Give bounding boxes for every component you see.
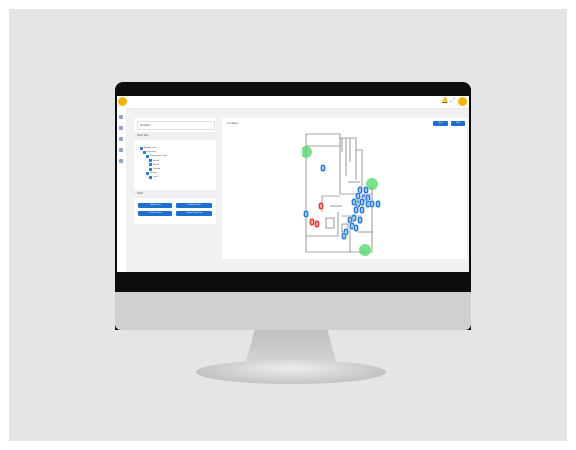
marker-glyph [349,218,351,222]
update-device-button[interactable]: + Update Device [176,203,212,208]
floor-plan-map[interactable] [302,132,386,257]
online-marker[interactable] [302,146,312,158]
edit-button[interactable]: Edit [451,121,465,126]
online-marker[interactable] [359,244,371,256]
left-panel: Shopfloor Floor Tree Building main Floor… [134,118,216,224]
area-icon [149,167,152,171]
tools-header[interactable]: Tools [134,190,216,198]
screen: 🔔 ⤢ Shopfloor Floor Tree Building main F… [117,96,469,272]
monitor-base [196,360,386,384]
marker-glyph [367,202,369,206]
monitor-chin [115,292,471,330]
marker-glyph [365,188,367,192]
marker-glyph [355,208,357,212]
device-markers [302,146,381,256]
folder-icon [146,154,149,158]
marker-glyph [371,202,373,206]
export-floor-plan-button[interactable]: ↓ Export Floor Plan [176,211,212,216]
marker-glyph [357,194,359,198]
floor-tree: Building main Floor plan Warehouse & Yar… [140,146,212,180]
marker-glyph [377,202,379,206]
top-bar: 🔔 ⤢ [117,96,469,109]
floor-tree-header[interactable]: Floor Tree [134,132,216,140]
avatar[interactable] [458,97,467,106]
marker-glyph [367,196,369,200]
marker-glyph [322,166,324,170]
marker-glyph [359,188,361,192]
marker-glyph [355,226,357,230]
marker-glyph [311,220,313,224]
marker-glyph [361,200,363,204]
marker-glyph [343,234,345,238]
alert-icon[interactable] [119,148,123,152]
side-rail [117,108,126,272]
marker-glyph [361,208,363,212]
delete-device-button[interactable]: − Delete Device [138,211,172,216]
marker-glyph [353,216,355,220]
home-icon[interactable] [119,115,123,119]
marker-glyph [357,202,359,206]
map-title: Location [227,121,239,125]
map-icon[interactable] [119,126,123,130]
add-device-button[interactable]: + Add Device [138,203,172,208]
area-icon [149,163,152,167]
marker-glyph [316,222,318,226]
folder-icon [146,171,149,175]
marker-glyph [359,218,361,222]
marker-glyph [351,224,353,228]
area-icon [149,159,152,163]
brand-logo-icon[interactable] [118,97,127,106]
top-bar-icons[interactable]: 🔔 ⤢ [441,97,455,105]
map-panel: Location Save Edit [222,118,467,259]
save-button[interactable]: Save [433,121,448,126]
marker-glyph [320,204,322,208]
folder-icon [140,146,143,150]
device-icon[interactable] [119,137,123,141]
folder-icon [143,150,146,154]
marker-glyph [353,200,355,204]
site-select[interactable]: Shopfloor [137,121,215,130]
area-icon [149,175,152,179]
marker-glyph [305,212,307,216]
tree-item[interactable]: Line 1 [140,175,212,179]
settings-icon[interactable] [119,159,123,163]
